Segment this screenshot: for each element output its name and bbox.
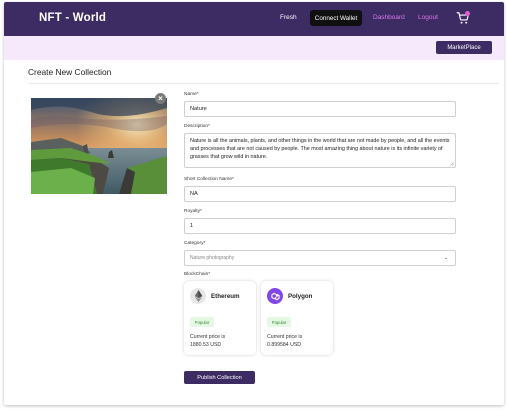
popular-badge: Popular [190, 317, 214, 327]
description-text: Nature is all the animals, plants, and o… [190, 138, 450, 161]
royalty-input[interactable]: 1 [184, 218, 456, 234]
price-value: 1880.53 USD [190, 342, 222, 348]
top-navbar: NFT - World Fresh Connect Wallet Dashboa… [4, 2, 504, 36]
chain-card-polygon[interactable]: Polygon Popular Current price is 0.89958… [261, 281, 333, 355]
required-mark: * [200, 209, 202, 214]
category-label-text: Category [184, 241, 204, 246]
category-label: Category* [184, 241, 205, 246]
chain-card-ethereum[interactable]: Ethereum Popular Current price is 1880.5… [184, 281, 256, 355]
publish-collection-button[interactable]: Publish Collection [184, 371, 255, 384]
cart-badge [465, 11, 470, 16]
royalty-label-text: Royalty [184, 209, 200, 214]
category-select[interactable]: Nature photography ⌄ [184, 250, 456, 266]
short-name-input[interactable]: NA [184, 186, 456, 202]
collection-cover-image[interactable] [31, 98, 167, 194]
blockchain-label: BlockChain* [184, 272, 210, 277]
description-label: Description* [184, 124, 210, 129]
blockchain-label-text: BlockChain [184, 272, 209, 277]
popular-badge: Popular [267, 317, 291, 327]
name-input[interactable]: Nature [184, 101, 456, 117]
divider [28, 83, 499, 84]
chain-name: Polygon [288, 293, 313, 300]
required-mark: * [208, 124, 210, 129]
short-name-label-text: Short Collection Name [184, 177, 232, 182]
description-textarea[interactable]: Nature is all the animals, plants, and o… [184, 133, 456, 168]
chain-name: Ethereum [211, 293, 240, 300]
page-title: Create New Collection [28, 67, 112, 77]
royalty-label: Royalty* [184, 209, 202, 214]
description-label-text: Description [184, 124, 208, 129]
required-mark: * [203, 241, 206, 246]
chevron-down-icon: ⌄ [443, 255, 448, 261]
ethereum-icon [190, 288, 206, 304]
price-label: Current price is [267, 334, 303, 340]
close-icon[interactable]: × [155, 93, 166, 104]
nav-link-dashboard[interactable]: Dashboard [373, 14, 405, 21]
required-mark: * [208, 272, 211, 277]
brand-logo-text[interactable]: NFT - World [39, 12, 106, 24]
nav-link-fresh[interactable]: Fresh [280, 14, 297, 21]
price-value: 0.899584 USD [267, 342, 302, 348]
app-window: NFT - World Fresh Connect Wallet Dashboa… [4, 2, 504, 405]
category-placeholder: Nature photography [190, 255, 235, 261]
required-mark: * [232, 177, 234, 182]
polygon-icon [267, 288, 283, 304]
marketplace-button[interactable]: MarketPlace [436, 41, 492, 54]
sub-header-bar [4, 36, 504, 60]
connect-wallet-button[interactable]: Connect Wallet [310, 10, 362, 26]
short-name-label: Short Collection Name* [184, 177, 234, 182]
price-label: Current price is [190, 334, 226, 340]
name-label: Name* [184, 92, 199, 97]
name-label-text: Name [184, 92, 197, 97]
required-mark: * [196, 92, 199, 97]
resize-handle-icon[interactable] [450, 162, 454, 166]
nav-link-logout[interactable]: Logout [418, 14, 438, 21]
